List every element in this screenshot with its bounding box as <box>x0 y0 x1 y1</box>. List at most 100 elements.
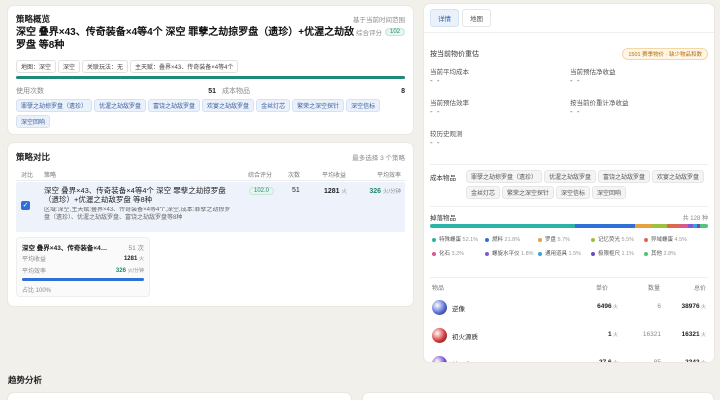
legend-pct: 4.5% <box>674 237 688 243</box>
unit-currency: 火 <box>612 360 618 362</box>
summary-share-label: 占比 100% <box>22 288 52 294</box>
details-panel: 详情 地图 按当前物价重估 1501 赛季物价 · 缺少物品和数 当前平均成本 - … <box>424 4 714 362</box>
legend-dot-icon <box>644 237 648 242</box>
overview-cost-items-label: 成本物品 <box>222 88 250 95</box>
metric-3: 按当前价重计净收益 - - <box>570 97 629 116</box>
total-currency: 火 <box>699 332 706 338</box>
drop-col-total: 总价 <box>693 286 706 292</box>
metric-2: 当前预估效率 - - <box>430 97 469 116</box>
drop-legend-item: 螺旋水平仪 1.8% <box>485 249 538 257</box>
cost-items-label: 成本物品 <box>430 175 456 182</box>
drops-total: 共 128 种 <box>682 215 708 222</box>
unit-currency: 火 <box>611 332 618 338</box>
legend-name: 异域螺蛋 <box>651 237 675 243</box>
legend-dot-icon <box>485 237 489 242</box>
legend-dot-icon <box>591 251 595 256</box>
cost-item-chips: 罪孽之劫掠罗盘（遗珍） 优渥之劫敌罗盘 富饶之劫敌罗盘 欢宴之劫敌罗盘金丝灯芯 繁荣之深… <box>466 170 708 202</box>
compare-row[interactable]: ✓ 深空 叠界×43、传奇装备×4等4个 深空 罪孽之劫掠罗盘（遗珍）+优渥之劫… <box>16 182 405 232</box>
legend-dot-icon <box>432 251 436 256</box>
legend-pct: 21.8% <box>504 237 521 243</box>
drop-legend-item: 化石 3.2% <box>432 249 485 257</box>
overview-uses-label: 使用次数 <box>16 88 44 95</box>
item-chip: 欢宴之劫敌罗盘 <box>202 99 255 112</box>
legend-name: 化石 <box>439 251 452 257</box>
cost-item-chip: 深空信标 <box>556 186 591 199</box>
legend-pct: 5.5% <box>621 237 635 243</box>
drop-item-qty: 16321 <box>642 331 661 338</box>
drop-legend-item: 其他 2.8% <box>644 249 697 257</box>
metric-value: - - <box>430 76 441 85</box>
tab-0[interactable]: 详情 <box>430 9 459 27</box>
meta-chip: 主天赋：叠界×43、传奇装备×4等4个 <box>130 60 239 73</box>
legend-pct: 1.8% <box>521 251 534 257</box>
cost-item-chip: 罪孽之劫掠罗盘（遗珍） <box>466 170 543 183</box>
tab-1[interactable]: 地图 <box>462 9 491 27</box>
metric-1: 当前预估净收益 - - <box>570 66 616 85</box>
legend-dot-icon <box>485 251 489 256</box>
drop-item-unit: 1 火 <box>580 331 618 338</box>
item-chip: 深空回响 <box>16 115 51 128</box>
compare-row-income-unit: 火 <box>341 189 348 195</box>
overview-cost-items-value: 8 <box>401 87 405 95</box>
drop-item-qty: 85 <box>635 359 661 362</box>
drop-segment <box>666 224 680 228</box>
legend-pct: 1.5% <box>568 251 582 257</box>
drop-legend-item: 异域螺蛋 4.5% <box>644 235 697 243</box>
summary-income-unit: 火 <box>138 256 144 262</box>
price-season-badge[interactable]: 1501 赛季物价 · 缺少物品和数 <box>622 48 708 60</box>
overview-score-badge: 102 <box>384 28 405 36</box>
col-score: 综合评分 <box>248 173 273 179</box>
drop-legend-item: 燃料 21.8% <box>485 235 538 243</box>
drop-item-name: 初火源质 <box>452 334 478 341</box>
compare-summary-card: 深空 叠界×43、传奇装备×4… 51 次 平均收益 1281 火 平均效率 3… <box>16 237 150 297</box>
item-chip: 深空信标 <box>346 99 381 112</box>
meta-chip: 地图：深空 <box>16 60 57 73</box>
legend-dot-icon <box>538 237 542 242</box>
overview-section-title: 策略概览 <box>16 14 51 24</box>
overview-uses-value: 51 <box>208 87 216 95</box>
metric-label: 当前平均成本 <box>430 69 469 76</box>
compare-row-eff-unit: 火/分钟 <box>382 189 401 195</box>
total-price: 38976 <box>681 303 700 310</box>
metric-value: - - <box>430 107 441 116</box>
meta-chip: 关联玩法：无 <box>82 60 129 73</box>
price-reval-label: 按当前物价重估 <box>430 51 479 58</box>
drop-row[interactable]: 逆像 6496 火 6 38976 火 <box>430 298 708 320</box>
compare-row-title: 深空 叠界×43、传奇装备×4等4个 深空 罪孽之劫掠罗盘（遗珍）+优渥之劫敌罗… <box>44 186 226 204</box>
trend-section-title: 趋势分析 <box>8 375 43 385</box>
summary-share-track <box>22 278 144 281</box>
overview-meta-chips: 地图：深空 深空 关联玩法：无 主天赋：叠界×43、传奇装备×4等4个 <box>16 60 405 76</box>
cost-item-chip: 富饶之劫敌罗盘 <box>598 170 651 183</box>
legend-dot-icon <box>538 251 542 256</box>
legend-dot-icon <box>591 237 595 242</box>
total-price: 16321 <box>681 331 700 338</box>
metric-label: 按当前价重计净收益 <box>570 100 629 107</box>
compare-table-header: 对比 策略 综合评分 次数 平均收益 平均效率 <box>16 167 405 181</box>
drop-composition-bar <box>430 224 708 228</box>
drop-segment <box>700 224 708 228</box>
col-avg-income: 平均收益 <box>322 173 347 179</box>
trend-card-right <box>363 393 713 400</box>
drop-segment <box>651 224 667 228</box>
compare-limit-note: 最多选择 3 个策略 <box>352 155 405 162</box>
summary-share-bar <box>22 278 144 281</box>
overview-scope-note: 基于当前时间范围 <box>353 17 405 24</box>
compare-checkbox[interactable]: ✓ <box>21 201 30 210</box>
drops-label: 掉落物品 <box>430 215 456 222</box>
col-compare: 对比 <box>21 173 34 179</box>
drop-segment <box>635 224 652 228</box>
legend-name: 燃料 <box>492 237 505 243</box>
drop-item-name: 神圣化石 <box>452 359 478 362</box>
drop-legend-item: 极限枢尺 1.1% <box>591 249 644 257</box>
drop-item-name: 逆像 <box>452 306 465 313</box>
legend-name: 罗盘 <box>545 237 558 243</box>
drop-row[interactable]: 神圣化石 27.6 火 85 2343 火 <box>430 354 708 362</box>
strategy-overview-card: 策略概览 基于当前时间范围 深空 叠界×43、传奇装备×4等4个 深空 罪孽之劫… <box>8 6 413 134</box>
legend-dot-icon <box>432 237 436 242</box>
drop-segment <box>430 224 575 228</box>
drop-item-unit: 27.6 火 <box>580 359 618 362</box>
drop-item-total: 2343 火 <box>685 359 706 362</box>
drop-row[interactable]: 初火源质 1 火 16321 16321 火 <box>430 326 708 348</box>
summary-count: 51 次 <box>128 245 144 252</box>
compare-row-income: 1281 <box>324 188 340 195</box>
